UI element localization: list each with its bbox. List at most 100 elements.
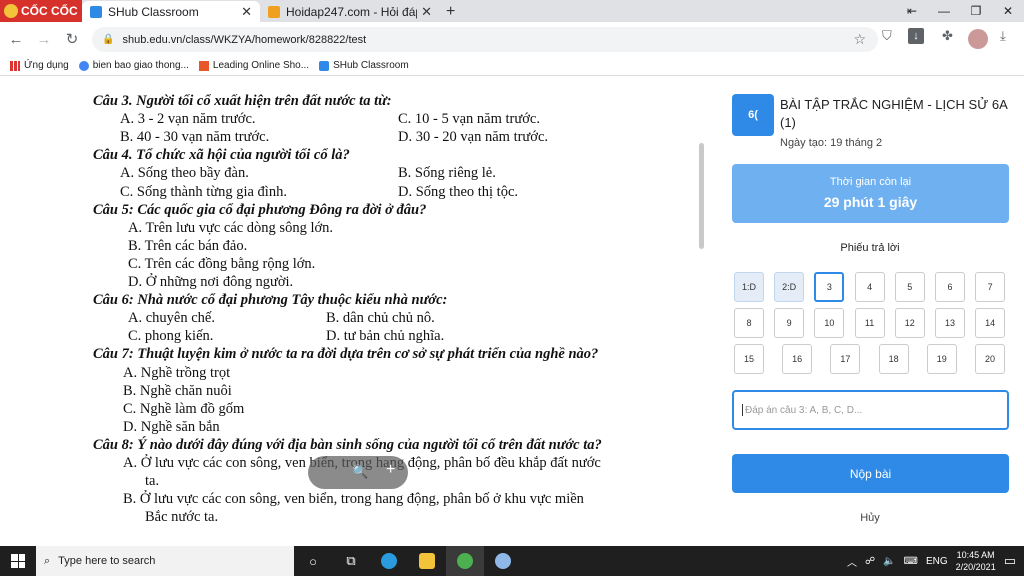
notification-icon[interactable]: ▭ bbox=[1004, 553, 1016, 569]
new-tab-button[interactable]: + bbox=[440, 1, 461, 22]
download-icon[interactable]: ↓ bbox=[908, 28, 924, 44]
google-icon bbox=[78, 60, 89, 71]
answer-option: D. Ở những nơi đông người. bbox=[128, 274, 294, 290]
answer-option: ta. bbox=[145, 473, 160, 490]
answer-slot-11[interactable]: 11 bbox=[854, 308, 885, 338]
answer-slot-8[interactable]: 8 bbox=[734, 308, 764, 338]
browser-brand-logo[interactable]: CỐC CỐC bbox=[0, 0, 82, 22]
answer-slot-15[interactable]: 15 bbox=[734, 344, 764, 374]
edge-icon[interactable] bbox=[370, 546, 408, 576]
address-toolbar: ← → ↻ 🔒 shub.edu.vn/class/WKZYA/homework… bbox=[0, 22, 1024, 56]
task-view-icon[interactable]: ⧉ bbox=[332, 546, 370, 576]
answer-slot-1[interactable]: 1:D bbox=[734, 272, 764, 302]
answer-option: C. Trên các đồng bằng rộng lớn. bbox=[128, 255, 316, 272]
coccoc-taskbar-icon[interactable] bbox=[446, 546, 484, 576]
answer-slot-20[interactable]: 20 bbox=[975, 344, 1005, 374]
tray-chevron-icon[interactable]: ︿ bbox=[847, 554, 857, 569]
answer-input-placeholder: Đáp án câu 3: A, B, C, D... bbox=[745, 404, 863, 416]
taskbar-search-placeholder: Type here to search bbox=[58, 555, 156, 567]
answer-slot-5[interactable]: 5 bbox=[894, 272, 925, 302]
answer-slot-10[interactable]: 10 bbox=[814, 308, 845, 338]
homework-icon: 6( bbox=[732, 94, 774, 136]
close-tab-icon[interactable]: ✕ bbox=[421, 4, 432, 20]
url-bar[interactable]: 🔒 shub.edu.vn/class/WKZYA/homework/82882… bbox=[92, 27, 878, 52]
reload-button[interactable]: ↻ bbox=[60, 30, 84, 48]
answer-slot-7[interactable]: 7 bbox=[975, 272, 1006, 302]
volume-icon[interactable]: 🔈 bbox=[883, 556, 895, 567]
start-button[interactable] bbox=[0, 546, 36, 576]
bookmark-item[interactable]: bien bao giao thong... bbox=[78, 60, 189, 71]
network-icon[interactable]: ☍ bbox=[865, 556, 875, 567]
homework-created-date: Ngày tạo: 19 tháng 2 bbox=[780, 137, 883, 149]
countdown-timer: Thời gian còn lại 29 phút 1 giây bbox=[732, 164, 1009, 223]
answer-option: C. Sống thành từng gia đình. bbox=[120, 183, 287, 200]
answer-slot-2[interactable]: 2:D bbox=[774, 272, 805, 302]
back-button[interactable]: ← bbox=[4, 31, 28, 48]
zoom-control[interactable]: 🔍 + bbox=[308, 456, 408, 489]
system-tray: ︿ ☍ 🔈 ⌨ ENG 10:45 AM 2/20/2021 ▭ bbox=[847, 546, 1024, 576]
cancel-button[interactable]: Hủy bbox=[716, 512, 1024, 524]
bookmark-item[interactable]: SHub Classroom bbox=[319, 60, 409, 71]
answer-slot-6[interactable]: 6 bbox=[935, 272, 965, 302]
answer-slot-4[interactable]: 4 bbox=[854, 272, 885, 302]
answer-slot-19[interactable]: 19 bbox=[926, 344, 957, 374]
download-arrow-icon[interactable]: ⤓ bbox=[1000, 28, 1006, 44]
bookmark-star-icon[interactable]: ☆ bbox=[853, 31, 866, 48]
shield-icon[interactable]: ⛉ bbox=[882, 28, 892, 44]
tab-list-icon[interactable]: ⇤ bbox=[896, 0, 928, 22]
windows-taskbar: ⌕ Type here to search ○ ⧉ ︿ ☍ 🔈 ⌨ ENG 10… bbox=[0, 546, 1024, 576]
answer-option: D. 30 - 20 vạn năm trước. bbox=[398, 129, 549, 146]
question-heading: Câu 4. Tổ chức xã hội của người tối cổ l… bbox=[93, 147, 350, 164]
paint-icon[interactable] bbox=[484, 546, 522, 576]
shop-icon bbox=[198, 60, 209, 71]
answer-slot-3[interactable]: 3 bbox=[814, 272, 845, 302]
answer-input[interactable]: Đáp án câu 3: A, B, C, D... bbox=[732, 390, 1009, 430]
answer-option: A. Sống theo bầy đàn. bbox=[120, 165, 249, 182]
answer-option: B. 40 - 30 vạn năm trước. bbox=[120, 129, 270, 146]
question-heading: Câu 6: Nhà nước cổ đại phương Tây thuộc … bbox=[93, 292, 448, 309]
answer-option: D. Sống theo thị tộc. bbox=[398, 183, 519, 200]
close-tab-icon[interactable]: ✕ bbox=[241, 4, 252, 20]
answer-option: B. dân chủ chủ nô. bbox=[326, 310, 435, 327]
close-window-button[interactable]: ✕ bbox=[992, 0, 1024, 22]
answer-option: A. Trên lưu vực các dòng sông lớn. bbox=[128, 219, 334, 236]
answer-slot-17[interactable]: 17 bbox=[830, 344, 861, 374]
avatar[interactable] bbox=[968, 29, 988, 49]
question-heading: Câu 8: Ý nào dưới đây đúng với địa bàn s… bbox=[93, 436, 602, 453]
document-scrollbar[interactable] bbox=[699, 143, 704, 249]
restore-button[interactable]: ❐ bbox=[960, 0, 992, 22]
language-indicator[interactable]: ENG bbox=[926, 556, 948, 567]
answer-slot-9[interactable]: 9 bbox=[774, 308, 805, 338]
forward-button[interactable]: → bbox=[32, 31, 56, 48]
cortana-icon[interactable]: ○ bbox=[294, 546, 332, 576]
answer-option: D. Nghề săn bắn bbox=[123, 418, 220, 435]
answer-slot-12[interactable]: 12 bbox=[894, 308, 925, 338]
answer-option: D. tư bản chủ nghĩa. bbox=[326, 328, 445, 345]
zoom-out-icon[interactable]: 🔍 bbox=[352, 464, 368, 480]
submit-button[interactable]: Nộp bài bbox=[732, 454, 1009, 493]
tab-shub-classroom[interactable]: SHub Classroom ✕ bbox=[82, 1, 260, 22]
keyboard-icon[interactable]: ⌨ bbox=[904, 556, 918, 567]
answer-slot-16[interactable]: 16 bbox=[782, 344, 813, 374]
answer-option: C. phong kiến. bbox=[128, 328, 214, 345]
answer-sheet-title: Phiếu trả lời bbox=[840, 242, 900, 254]
file-explorer-icon[interactable] bbox=[408, 546, 446, 576]
clock[interactable]: 10:45 AM 2/20/2021 bbox=[956, 549, 996, 573]
windows-logo-icon bbox=[11, 554, 25, 568]
minimize-button[interactable]: — bbox=[928, 0, 960, 22]
answer-option: B. Ở lưu vực các con sông, ven biển, tro… bbox=[123, 491, 584, 508]
lock-icon[interactable]: 🔒 bbox=[102, 34, 114, 45]
bookmark-apps[interactable]: Ứng dụng bbox=[10, 60, 69, 71]
bookmark-item[interactable]: Leading Online Sho... bbox=[198, 60, 309, 71]
answer-slot-13[interactable]: 13 bbox=[935, 308, 965, 338]
answer-slot-18[interactable]: 18 bbox=[878, 344, 909, 374]
answer-option: B. Nghề chăn nuôi bbox=[123, 382, 232, 399]
homework-panel: 6( BÀI TẬP TRẮC NGHIỆM - LỊCH SỬ 6A (1) … bbox=[716, 78, 1024, 546]
hoidap-favicon-icon bbox=[268, 5, 280, 18]
answer-slot-14[interactable]: 14 bbox=[975, 308, 1006, 338]
zoom-in-icon[interactable]: + bbox=[386, 461, 395, 479]
tab-hoidap247[interactable]: Hoidap247.com - Hỏi đáp bà ✕ bbox=[260, 1, 440, 22]
extensions-icon[interactable]: ✤ bbox=[942, 28, 953, 44]
taskbar-search[interactable]: ⌕ Type here to search bbox=[36, 546, 294, 576]
clock-date: 2/20/2021 bbox=[955, 562, 996, 572]
